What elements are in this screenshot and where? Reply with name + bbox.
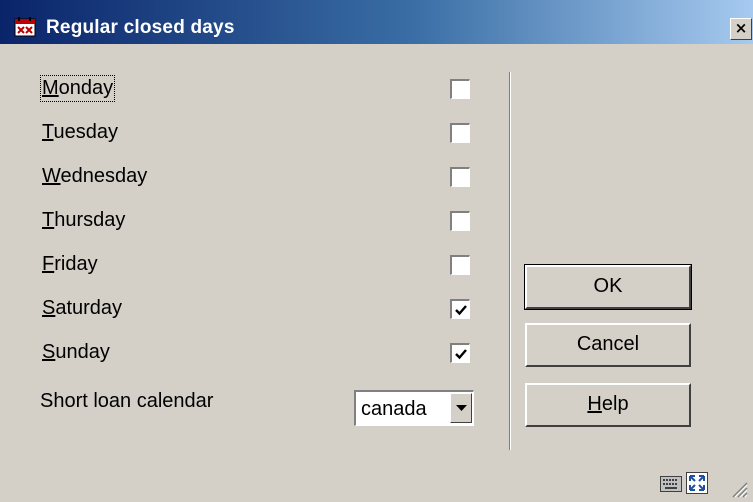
resize-icon[interactable]	[686, 472, 708, 494]
thursday-label[interactable]: Thursday	[42, 209, 125, 232]
close-button[interactable]: ×	[730, 18, 752, 40]
friday-checkbox[interactable]	[450, 255, 470, 275]
day-row-thursday: Thursday	[42, 207, 482, 237]
wednesday-label[interactable]: Wednesday	[42, 165, 147, 188]
thursday-checkbox[interactable]	[450, 211, 470, 231]
day-row-sunday: Sunday	[42, 339, 482, 369]
size-grip-icon[interactable]	[728, 478, 748, 498]
keyboard-icon[interactable]	[660, 476, 682, 492]
wednesday-checkbox[interactable]	[450, 167, 470, 187]
tuesday-label[interactable]: Tuesday	[42, 121, 118, 144]
checkmark-icon	[455, 349, 467, 360]
short-loan-calendar-value: canada	[361, 398, 427, 420]
sunday-checkbox[interactable]	[450, 343, 470, 363]
checkmark-icon	[455, 305, 467, 316]
dropdown-arrow-button[interactable]	[450, 393, 472, 423]
day-row-wednesday: Wednesday	[42, 163, 482, 193]
day-row-tuesday: Tuesday	[42, 119, 482, 149]
short-loan-calendar-select[interactable]: canada	[354, 390, 474, 426]
help-button[interactable]: Help	[525, 383, 691, 427]
day-row-saturday: Saturday	[42, 295, 482, 325]
vertical-divider	[509, 72, 511, 450]
ok-button[interactable]: OK	[524, 264, 692, 310]
saturday-checkbox[interactable]	[450, 299, 470, 319]
day-row-friday: Friday	[42, 251, 482, 281]
dialog-window: Regular closed days × Monday Tuesday Wed…	[0, 0, 753, 502]
monday-checkbox[interactable]	[450, 79, 470, 99]
title-bar[interactable]: Regular closed days ×	[0, 0, 753, 44]
tuesday-checkbox[interactable]	[450, 123, 470, 143]
short-loan-calendar-label: Short loan calendar	[40, 390, 214, 412]
monday-label[interactable]: Monday	[39, 75, 116, 102]
chevron-down-icon	[456, 405, 467, 411]
day-row-monday: Monday	[39, 75, 482, 105]
saturday-label[interactable]: Saturday	[42, 297, 122, 320]
calendar-app-icon	[14, 17, 36, 37]
close-icon: ×	[734, 19, 748, 37]
sunday-label[interactable]: Sunday	[42, 341, 110, 364]
window-title: Regular closed days	[46, 17, 235, 38]
friday-label[interactable]: Friday	[42, 253, 98, 276]
cancel-button[interactable]: Cancel	[525, 323, 691, 367]
